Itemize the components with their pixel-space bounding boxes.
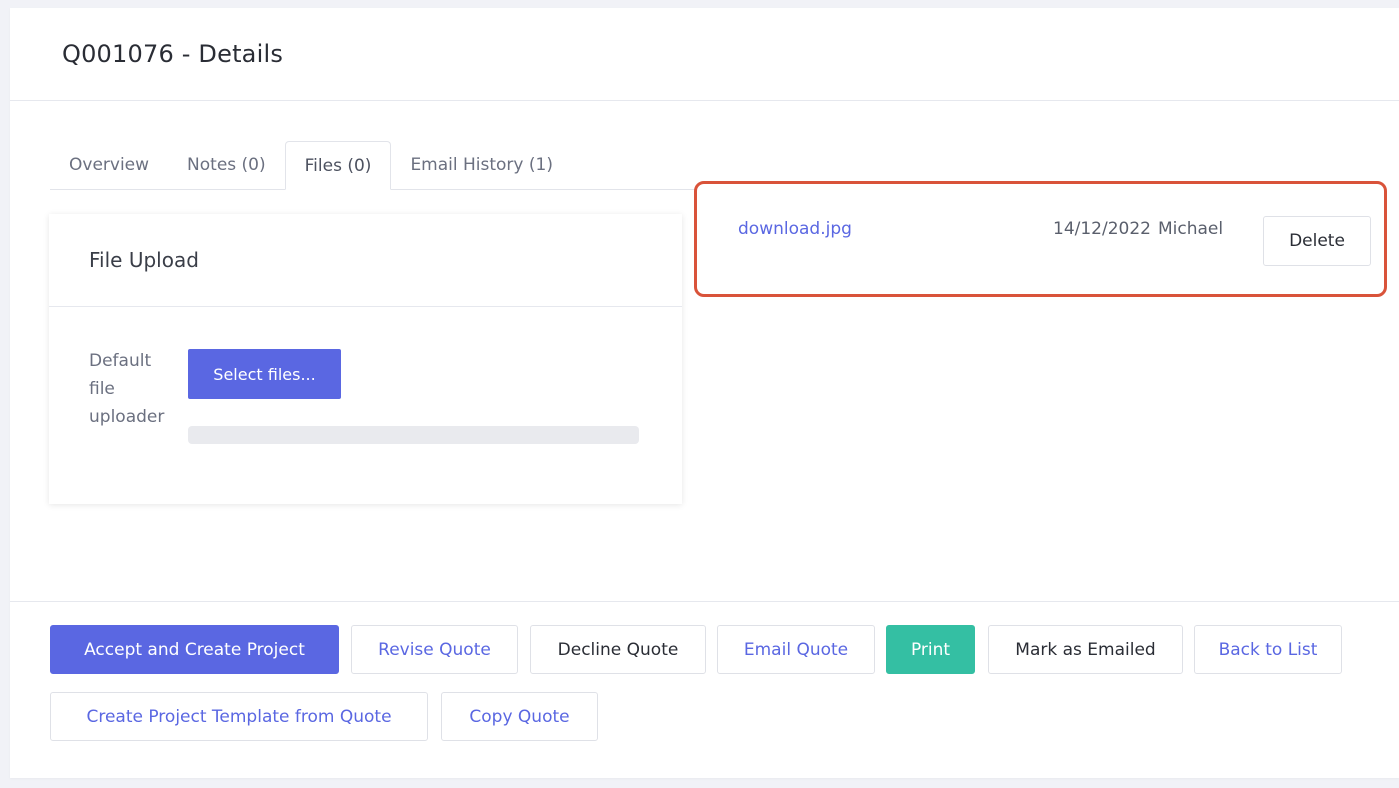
file-upload-title: File Upload [89, 248, 199, 272]
select-files-button[interactable]: Select files... [188, 349, 341, 399]
decline-quote-button[interactable]: Decline Quote [530, 625, 706, 674]
file-uploader-name: Michael [1158, 219, 1224, 239]
email-quote-button[interactable]: Email Quote [717, 625, 875, 674]
file-upload-panel: File Upload Default file uploader Select… [49, 214, 682, 504]
mark-as-emailed-button[interactable]: Mark as Emailed [988, 625, 1183, 674]
print-button[interactable]: Print [886, 625, 975, 674]
tab-email-history[interactable]: Email History (1) [391, 141, 572, 189]
file-upload-header: File Upload [49, 214, 682, 307]
file-row: download.jpg 14/12/2022 Michael Delete [694, 181, 1387, 297]
back-to-list-button[interactable]: Back to List [1194, 625, 1342, 674]
card-header: Q001076 - Details [10, 8, 1399, 101]
tab-notes[interactable]: Notes (0) [168, 141, 285, 189]
quote-details-card: Q001076 - Details Overview Notes (0) Fil… [10, 8, 1399, 778]
action-footer: Accept and Create Project Revise Quote D… [10, 601, 1399, 778]
upload-progress-bar [188, 426, 639, 444]
delete-file-button[interactable]: Delete [1263, 216, 1371, 266]
create-project-template-button[interactable]: Create Project Template from Quote [50, 692, 428, 741]
revise-quote-button[interactable]: Revise Quote [351, 625, 518, 674]
file-date: 14/12/2022 [1053, 219, 1151, 239]
tab-overview[interactable]: Overview [50, 141, 168, 189]
file-name-link[interactable]: download.jpg [738, 219, 852, 239]
copy-quote-button[interactable]: Copy Quote [441, 692, 598, 741]
tab-files[interactable]: Files (0) [284, 141, 392, 190]
accept-create-project-button[interactable]: Accept and Create Project [50, 625, 339, 674]
page-title: Q001076 - Details [62, 40, 284, 68]
uploader-label: Default file uploader [89, 351, 165, 427]
tab-bar: Overview Notes (0) Files (0) Email Histo… [50, 141, 695, 190]
